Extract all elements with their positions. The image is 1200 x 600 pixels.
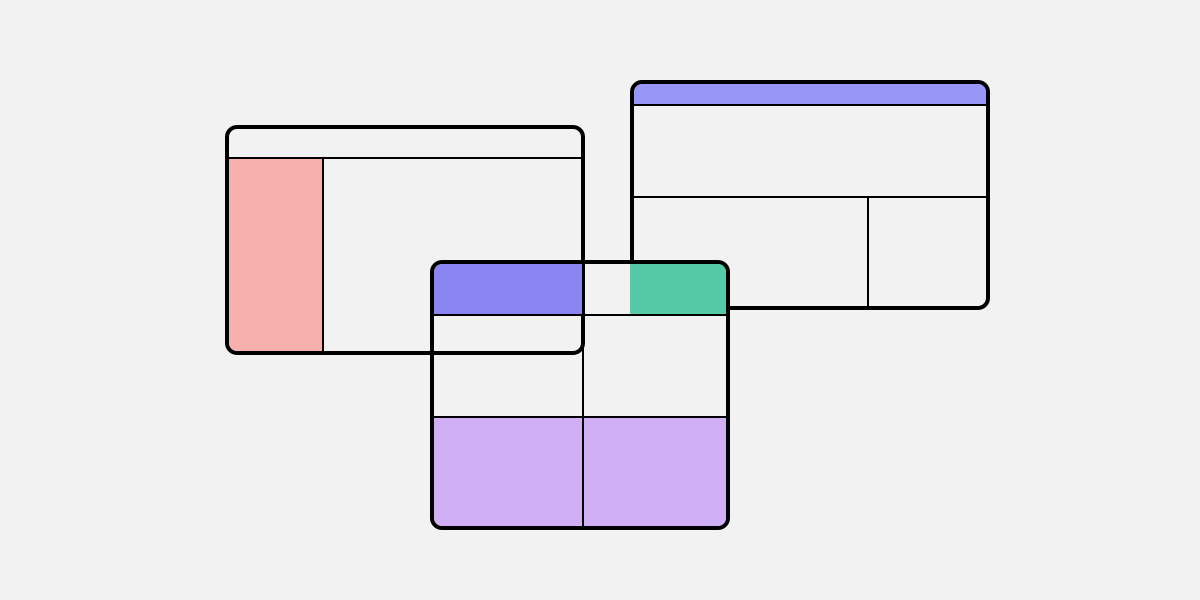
window-right-titlebar xyxy=(634,84,986,106)
window-center-topcell-a xyxy=(434,264,584,314)
window-center-midcell-a xyxy=(434,316,584,416)
window-left-titlebar xyxy=(229,129,581,159)
wireframe-window-center xyxy=(430,260,730,530)
window-center-botcell-b xyxy=(584,418,726,526)
window-center-botcell-a xyxy=(434,418,584,526)
window-center-topcell-b xyxy=(584,264,726,314)
window-left-sidebar xyxy=(229,159,324,351)
window-center-midrow xyxy=(434,316,726,418)
window-center-green-patch xyxy=(630,264,726,314)
window-center-midcell-b xyxy=(584,316,726,416)
window-center-toprow xyxy=(434,264,726,316)
window-right-lower-right xyxy=(869,198,986,306)
window-right-upper-panel xyxy=(634,106,986,198)
window-center-bottomrow xyxy=(434,418,726,526)
